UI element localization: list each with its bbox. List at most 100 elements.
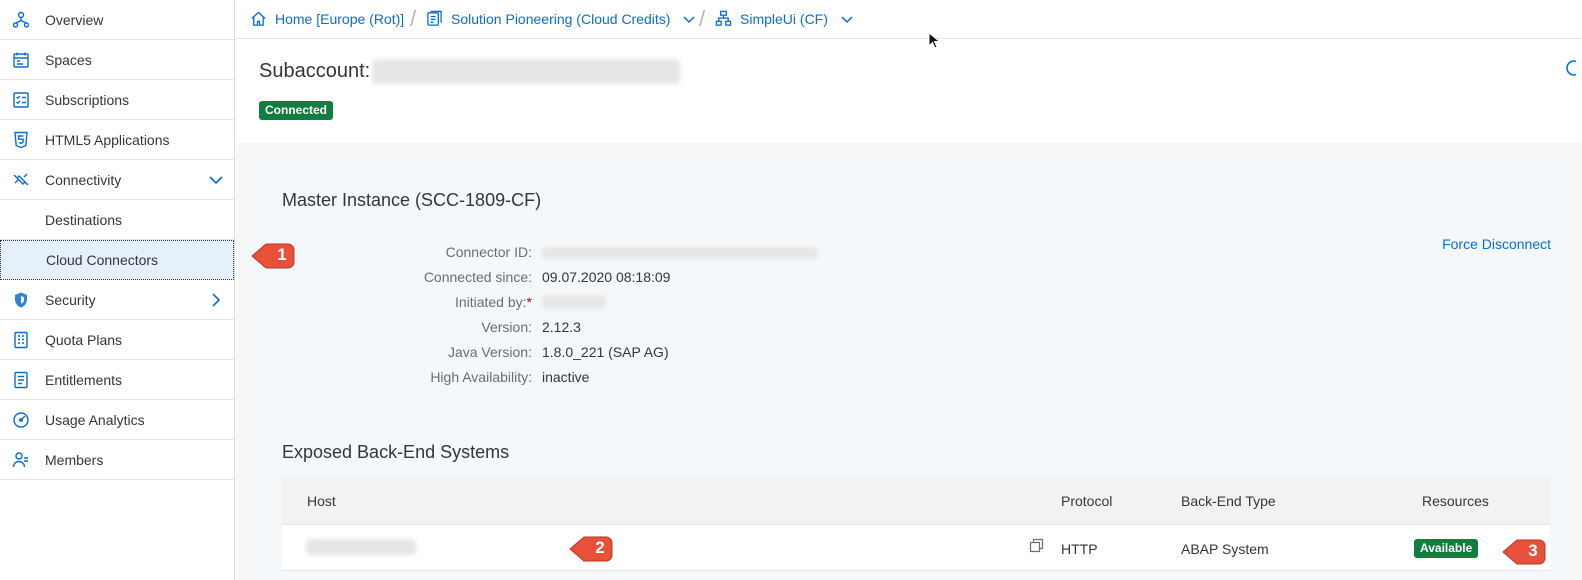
sidebar-item-subscriptions[interactable]: Subscriptions xyxy=(0,80,234,120)
subaccount-icon xyxy=(715,10,732,26)
shield-icon xyxy=(15,292,27,308)
sidebar-item-label: Subscriptions xyxy=(45,91,130,108)
sidebar-item-label: Quota Plans xyxy=(45,331,123,348)
required-mark: * xyxy=(526,294,532,310)
global-account-icon xyxy=(427,10,442,26)
field-label: Connected since: xyxy=(423,269,532,285)
chevron-right-icon[interactable] xyxy=(207,291,225,309)
cell-protocol: HTTP xyxy=(1061,541,1098,557)
field-value: inactive xyxy=(542,369,590,385)
field-label: Java Version: xyxy=(447,344,532,360)
chevron-down-icon[interactable] xyxy=(682,12,696,26)
field-high-availability: High Availability: inactive xyxy=(250,369,850,389)
field-label: Connector ID: xyxy=(445,244,532,260)
callout-marker-3: 3 xyxy=(1501,537,1547,567)
members-icon xyxy=(12,452,28,468)
content-area: Master Instance (SCC-1809-CF) Force Disc… xyxy=(236,143,1582,580)
sidebar-item-spaces[interactable]: Spaces xyxy=(0,40,234,80)
field-label-text: Initiated by: xyxy=(454,294,527,310)
sidebar-item-label: Overview xyxy=(45,11,104,28)
help-icon[interactable] xyxy=(1560,59,1576,77)
force-disconnect-link[interactable]: Force Disconnect xyxy=(1442,236,1551,252)
mouse-cursor-icon xyxy=(928,32,941,49)
breadcrumb-separator: / xyxy=(699,6,706,31)
breadcrumb-global-account-label: Solution Pioneering (Cloud Credits) xyxy=(451,10,671,27)
breadcrumb-subaccount-label: SimpleUi (CF) xyxy=(740,10,828,27)
resources-status-badge[interactable]: Available xyxy=(1414,539,1479,558)
html5-icon xyxy=(14,131,28,149)
redacted-host xyxy=(306,539,416,555)
sidebar-item-label: Usage Analytics xyxy=(45,411,145,428)
cloud-connector-card: Master Instance (SCC-1809-CF) Force Disc… xyxy=(250,153,1568,580)
field-label: Version: xyxy=(481,319,532,335)
column-backend-type[interactable]: Back-End Type xyxy=(1181,493,1276,509)
cell-backend-type: ABAP System xyxy=(1181,541,1269,557)
column-host[interactable]: Host xyxy=(307,493,336,509)
overview-icon xyxy=(12,11,30,28)
chevron-down-icon[interactable] xyxy=(207,171,225,189)
breadcrumb-separator: / xyxy=(410,6,417,31)
table-row[interactable]: HTTP ABAP System Available xyxy=(282,525,1550,571)
object-header: Subaccount: Connected xyxy=(236,40,1582,143)
field-value: 2.12.3 xyxy=(542,319,581,335)
sidebar-item-cloud-connectors[interactable]: Cloud Connectors xyxy=(0,240,234,280)
master-instance-title: Master Instance (SCC-1809-CF) xyxy=(282,190,542,210)
sidebar-item-destinations[interactable]: Destinations xyxy=(0,200,234,240)
field-label: High Availability: xyxy=(430,369,532,385)
table-header: Host Protocol Back-End Type Resources xyxy=(282,477,1550,525)
sidebar-item-label: HTML5 Applications xyxy=(45,131,170,148)
sidebar-item-label: Connectivity xyxy=(45,171,122,188)
sidebar-item-connectivity[interactable]: Connectivity xyxy=(0,160,234,200)
quota-icon xyxy=(14,331,28,349)
exposed-systems-title: Exposed Back-End Systems xyxy=(282,442,510,462)
sidebar-item-label: Spaces xyxy=(45,51,92,68)
field-java-version: Java Version: 1.8.0_221 (SAP AG) xyxy=(250,344,850,364)
field-connected-since: Connected since: 09.07.2020 08:18:09 xyxy=(250,269,850,289)
column-protocol[interactable]: Protocol xyxy=(1061,493,1112,509)
sidebar-item-members[interactable]: Members xyxy=(0,440,234,480)
sidebar-item-label: Members xyxy=(45,451,104,468)
field-value: 09.07.2020 08:18:09 xyxy=(542,269,671,285)
sidebar-item-label: Destinations xyxy=(45,211,123,228)
breadcrumb: Home [Europe (Rot)] / Solution Pioneerin… xyxy=(236,0,1582,39)
status-badge: Connected xyxy=(259,101,334,120)
field-label: Initiated by:* xyxy=(455,294,532,310)
breadcrumb-global-account[interactable]: Solution Pioneering (Cloud Credits) xyxy=(426,10,696,27)
home-icon xyxy=(251,11,266,26)
connectivity-icon xyxy=(13,173,29,186)
sidebar-item-entitlements[interactable]: Entitlements xyxy=(0,360,234,400)
breadcrumb-subaccount[interactable]: SimpleUi (CF) xyxy=(715,10,854,27)
spaces-icon xyxy=(13,52,29,68)
redacted-initiator xyxy=(542,295,606,309)
exposed-systems-table: Host Protocol Back-End Type Resources HT… xyxy=(282,477,1550,571)
redacted-subaccount-name xyxy=(372,59,680,84)
sidebar-item-security[interactable]: Security xyxy=(0,280,234,320)
gauge-icon xyxy=(13,412,29,428)
callout-marker-2: 2 xyxy=(568,534,614,564)
breadcrumb-home[interactable]: Home [Europe (Rot)] xyxy=(250,10,404,27)
callout-number: 1 xyxy=(277,245,287,264)
field-initiated-by: Initiated by:* xyxy=(250,294,850,314)
sidebar-item-label: Entitlements xyxy=(45,371,123,388)
sidebar-item-label: Security xyxy=(45,291,96,308)
sidebar-item-quota-plans[interactable]: Quota Plans xyxy=(0,320,234,360)
callout-marker-1: 1 xyxy=(250,241,296,271)
entitlements-icon xyxy=(14,371,28,389)
sidebar-item-usage-analytics[interactable]: Usage Analytics xyxy=(0,400,234,440)
subscriptions-icon xyxy=(13,92,29,108)
chevron-down-icon[interactable] xyxy=(840,12,854,26)
breadcrumb-home-label: Home [Europe (Rot)] xyxy=(275,10,405,27)
sidebar-item-label: Cloud Connectors xyxy=(46,252,159,268)
sidebar: Overview Spaces Subscriptions HTML5 Appl… xyxy=(0,0,235,580)
sidebar-item-html5-applications[interactable]: HTML5 Applications xyxy=(0,120,234,160)
field-value: 1.8.0_221 (SAP AG) xyxy=(542,344,669,360)
app-window: Overview Spaces Subscriptions HTML5 Appl… xyxy=(0,0,1582,580)
page-title: Subaccount: xyxy=(259,60,371,82)
redacted-connector-id xyxy=(542,247,818,259)
sidebar-item-overview[interactable]: Overview xyxy=(0,0,234,40)
field-version: Version: 2.12.3 xyxy=(250,319,850,339)
copy-icon[interactable] xyxy=(1029,538,1044,553)
column-resources[interactable]: Resources xyxy=(1422,493,1489,509)
field-connector-id: Connector ID: xyxy=(250,244,850,264)
callout-number: 2 xyxy=(595,538,605,557)
